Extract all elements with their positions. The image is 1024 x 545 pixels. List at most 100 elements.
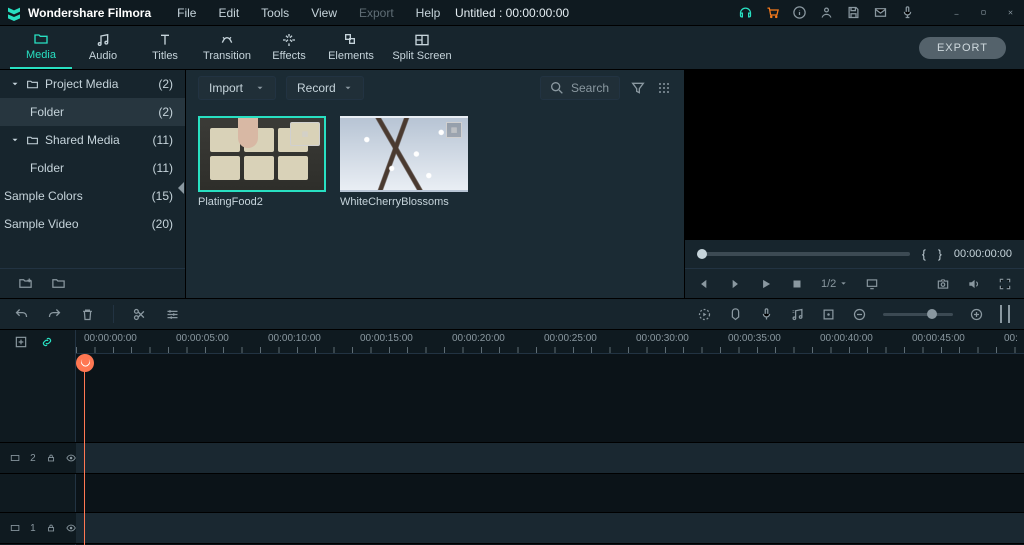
lib-project-media[interactable]: Project Media (2) — [0, 70, 185, 98]
text-icon — [156, 32, 174, 48]
lib-shared-folder[interactable]: Folder (11) — [0, 154, 185, 182]
record-voice-icon[interactable] — [900, 5, 915, 20]
adjust-icon[interactable] — [165, 307, 180, 322]
lib-sample-colors[interactable]: Sample Colors (15) — [0, 182, 185, 210]
window-close-icon[interactable] — [1003, 5, 1018, 20]
import-dropdown[interactable]: Import — [198, 76, 276, 100]
menu-edit[interactable]: Edit — [210, 2, 247, 24]
voiceover-icon[interactable] — [759, 307, 774, 322]
new-folder-plus-icon[interactable] — [18, 276, 33, 291]
step-back-icon[interactable] — [697, 277, 711, 291]
tab-audio-label: Audio — [89, 50, 117, 62]
ruler-tick: 00:00:05:00 — [176, 333, 229, 344]
chevron-down-icon — [10, 79, 20, 89]
window-minimize-icon[interactable] — [949, 5, 964, 20]
zoom-to-fit-icon[interactable] — [1000, 305, 1010, 323]
lock-icon[interactable] — [46, 452, 56, 464]
timeline-ruler[interactable]: 00:00:00:00 00:00:05:00 00:00:10:00 00:0… — [76, 330, 1024, 354]
mark-in[interactable]: { — [922, 247, 926, 261]
step-forward-icon[interactable] — [728, 277, 742, 291]
save-icon[interactable] — [846, 5, 861, 20]
ruler-tick: 00:00:00:00 — [84, 333, 137, 344]
support-icon[interactable] — [738, 5, 753, 20]
preview-screen — [685, 70, 1024, 240]
clip-platingfood2[interactable]: ▦ PlatingFood2 — [198, 116, 326, 208]
ruler-tick: 00: — [1004, 333, 1018, 344]
playback-quality-dropdown[interactable]: 1/2 — [821, 278, 848, 290]
lib-sample-video[interactable]: Sample Video (20) — [0, 210, 185, 238]
add-to-timeline-icon[interactable]: ▦ — [446, 122, 462, 138]
ruler-tick: 00:00:15:00 — [360, 333, 413, 344]
mail-icon[interactable] — [873, 5, 888, 20]
preview-scrub-bar: { } 00:00:00:00 — [685, 240, 1024, 268]
undo-icon[interactable] — [14, 307, 29, 322]
stop-icon[interactable] — [790, 277, 804, 291]
collapse-panel-icon[interactable] — [176, 178, 186, 198]
menu-help[interactable]: Help — [408, 2, 449, 24]
tab-effects[interactable]: Effects — [258, 25, 320, 69]
volume-icon[interactable] — [967, 277, 981, 291]
lib-label: Sample Video — [4, 217, 79, 231]
add-track-icon[interactable] — [14, 335, 28, 349]
chevron-down-icon — [839, 279, 848, 288]
add-to-timeline-icon[interactable]: ▦ — [290, 122, 320, 146]
snapshot-icon[interactable] — [936, 277, 950, 291]
titlebar: Wondershare Filmora File Edit Tools View… — [0, 0, 1024, 26]
library-panel: Project Media (2) Folder (2) Shared Medi… — [0, 70, 186, 298]
tab-transition[interactable]: Transition — [196, 25, 258, 69]
zoom-in-icon[interactable] — [969, 307, 984, 322]
new-folder-icon[interactable] — [51, 276, 66, 291]
menu-tools[interactable]: Tools — [253, 2, 297, 24]
grid-view-icon[interactable] — [656, 80, 672, 96]
tab-elements[interactable]: Elements — [320, 25, 382, 69]
mark-out[interactable]: } — [938, 247, 942, 261]
record-dropdown[interactable]: Record — [286, 76, 364, 100]
audio-mixer-icon[interactable] — [790, 307, 805, 322]
video-track-1[interactable]: 1 — [0, 512, 1024, 544]
tab-audio[interactable]: Audio — [72, 25, 134, 69]
crop-icon[interactable] — [821, 307, 836, 322]
link-icon[interactable] — [40, 335, 54, 349]
clip-whitecherryblossoms[interactable]: ▦ WhiteCherryBlossoms — [340, 116, 468, 208]
main-row: Project Media (2) Folder (2) Shared Medi… — [0, 70, 1024, 298]
play-icon[interactable] — [759, 277, 773, 291]
search-input[interactable]: Search — [540, 76, 620, 100]
menu-bar: File Edit Tools View Export Help — [169, 2, 448, 24]
lib-project-folder[interactable]: Folder (2) — [0, 98, 185, 126]
account-icon[interactable] — [819, 5, 834, 20]
delete-icon[interactable] — [80, 307, 95, 322]
video-track-2[interactable]: 2 — [0, 442, 1024, 474]
lib-count: (2) — [158, 77, 173, 91]
zoom-out-icon[interactable] — [852, 307, 867, 322]
export-button[interactable]: EXPORT — [919, 37, 1006, 59]
playhead-line[interactable] — [84, 354, 85, 545]
lock-icon[interactable] — [46, 522, 56, 534]
render-icon[interactable] — [697, 307, 712, 322]
tab-titles[interactable]: Titles — [134, 25, 196, 69]
filter-icon[interactable] — [630, 80, 646, 96]
display-icon[interactable] — [865, 277, 879, 291]
track-number: 2 — [30, 453, 36, 464]
marker-icon[interactable] — [728, 307, 743, 322]
split-icon[interactable] — [132, 307, 147, 322]
zoom-slider[interactable] — [883, 313, 953, 316]
clip-label: WhiteCherryBlossoms — [340, 196, 468, 208]
clip-thumbnail: ▦ — [340, 116, 468, 192]
tab-split-screen[interactable]: Split Screen — [382, 25, 462, 69]
scrub-slider[interactable] — [697, 252, 910, 256]
redo-icon[interactable] — [47, 307, 62, 322]
visibility-icon[interactable] — [66, 522, 76, 534]
window-maximize-icon[interactable] — [976, 5, 991, 20]
lib-shared-media[interactable]: Shared Media (11) — [0, 126, 185, 154]
menu-view[interactable]: View — [303, 2, 345, 24]
info-icon[interactable] — [792, 5, 807, 20]
visibility-icon[interactable] — [66, 452, 76, 464]
playhead-handle[interactable] — [76, 354, 94, 372]
lib-label: Folder — [30, 161, 64, 175]
tab-media[interactable]: Media — [10, 25, 72, 69]
cart-icon[interactable] — [765, 5, 780, 20]
video-track-icon — [10, 452, 20, 464]
fullscreen-icon[interactable] — [998, 277, 1012, 291]
menu-file[interactable]: File — [169, 2, 204, 24]
track-header: 2 — [0, 443, 76, 473]
